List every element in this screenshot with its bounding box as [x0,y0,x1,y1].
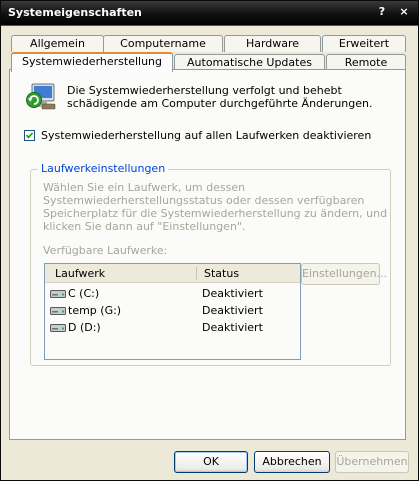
settings-button[interactable]: Einstellungen... [301,263,387,285]
drive-row[interactable]: D (D:) Deaktiviert [45,319,300,336]
drive-settings-description: Wählen Sie ein Laufwerk, um dessen Syste… [43,181,388,233]
available-drives-label: Verfügbare Laufwerke: [43,244,168,257]
drive-status: Deaktiviert [202,304,263,317]
column-separator[interactable] [196,267,197,280]
drive-status: Deaktiviert [202,287,263,300]
system-restore-icon [24,79,58,116]
tab-general[interactable]: Allgemein [11,35,104,52]
list-header: Laufwerk Status [45,264,300,283]
checkmark-icon [25,132,34,139]
intro-text: Die Systemwiederherstellung verfolgt und… [67,84,373,110]
ok-button[interactable]: OK [174,451,248,473]
column-header-status[interactable]: Status [204,267,239,280]
drive-row[interactable]: C (C:) Deaktiviert [45,285,300,302]
disable-all-label[interactable]: Systemwiederherstellung auf allen Laufwe… [41,129,371,142]
help-button[interactable]: ? [373,3,391,21]
drive-name: D (D:) [68,321,101,334]
apply-button[interactable]: Übernehmen [335,451,409,473]
tab-hardware[interactable]: Hardware [224,35,321,52]
title-bar[interactable]: Systemeigenschaften ? × [1,1,418,26]
tab-advanced[interactable]: Erweitert [322,35,406,52]
system-restore-panel: Die Systemwiederherstellung verfolgt und… [9,69,406,440]
hard-drive-icon [50,306,66,319]
drive-name: temp (G:) [68,304,122,317]
hard-drive-icon [50,323,66,336]
tab-system-restore[interactable]: Systemwiederherstellung [11,52,173,72]
drive-status: Deaktiviert [202,321,263,334]
drive-row[interactable]: temp (G:) Deaktiviert [45,302,300,319]
window-title: Systemeigenschaften [8,6,142,19]
system-properties-window: Systemeigenschaften ? × Allgemein Comput… [0,0,419,481]
drive-name: C (C:) [68,287,100,300]
disable-all-checkbox[interactable] [24,130,35,141]
drives-list[interactable]: Laufwerk Status C (C:) Deaktiviert temp … [44,263,301,360]
tab-computer-name[interactable]: Computername [103,35,223,52]
cancel-button[interactable]: Abbrechen [254,451,330,473]
hard-drive-icon [50,289,66,302]
drive-settings-title: Laufwerkeinstellungen [38,162,169,175]
column-header-drive[interactable]: Laufwerk [55,267,105,280]
close-button[interactable]: × [395,3,413,21]
